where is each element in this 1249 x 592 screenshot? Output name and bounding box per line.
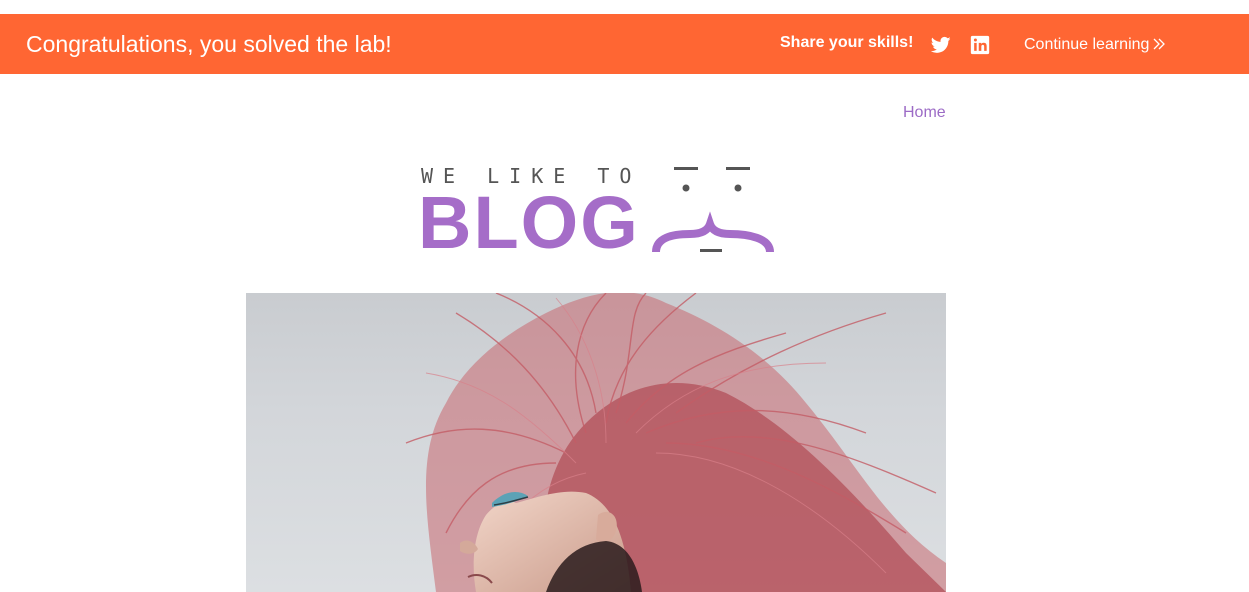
lab-solved-banner: Congratulations, you solved the lab! Sha… xyxy=(0,14,1249,74)
logo-wordmark: BLOG xyxy=(418,181,640,264)
nav-home-link[interactable]: Home xyxy=(903,104,946,122)
double-chevron-right-icon xyxy=(1153,38,1166,50)
continue-learning-link[interactable]: Continue learning xyxy=(1024,36,1166,54)
hero-image xyxy=(246,293,946,592)
smiley-face-logo-icon xyxy=(652,167,774,253)
linkedin-icon[interactable] xyxy=(970,35,990,55)
hero-photo xyxy=(405,293,946,592)
banner-title: Congratulations, you solved the lab! xyxy=(26,31,392,57)
continue-learning-label: Continue learning xyxy=(1024,36,1150,53)
site-logo[interactable]: WE LIKE TO BLOG xyxy=(418,162,778,262)
twitter-icon[interactable] xyxy=(931,35,951,55)
share-skills-label: Share your skills! xyxy=(780,34,914,51)
